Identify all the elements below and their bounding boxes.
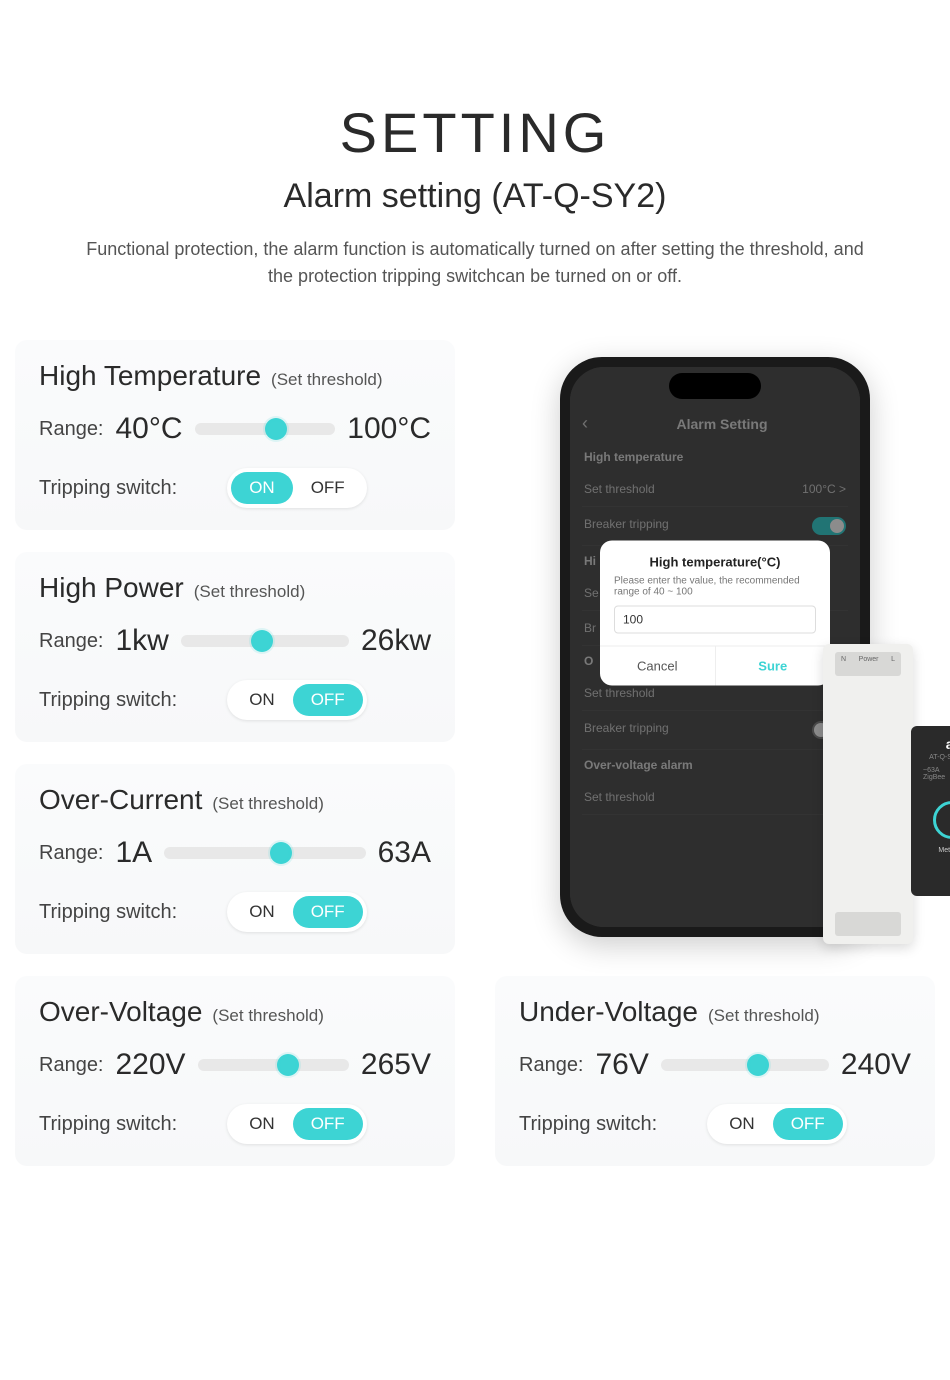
range-max: 26kw	[361, 624, 431, 658]
range-label: Range:	[519, 1054, 584, 1077]
threshold-slider[interactable]	[164, 847, 365, 859]
range-max: 100°C	[347, 412, 431, 446]
set-threshold-hint: (Set threshold)	[708, 1006, 820, 1026]
range-min: 220V	[116, 1048, 186, 1082]
page-title: SETTING	[15, 100, 935, 165]
card-over-current: Over-Current (Set threshold) Range: 1A 6…	[15, 764, 455, 954]
card-high-power: High Power (Set threshold) Range: 1kw 26…	[15, 552, 455, 742]
set-threshold-hint: (Set threshold)	[271, 370, 383, 390]
tripping-toggle[interactable]: ON OFF	[227, 1104, 367, 1144]
device-metering-label: Metering	[919, 847, 950, 854]
dialog-high-temperature: High temperature(°C) Please enter the va…	[600, 541, 830, 686]
range-label: Range:	[39, 842, 104, 865]
card-high-temperature: High Temperature (Set threshold) Range: …	[15, 340, 455, 530]
device-model: AT-Q-SY2-JZT	[919, 754, 950, 761]
card-title: High Temperature	[39, 360, 261, 392]
toggle-on[interactable]: ON	[231, 896, 293, 928]
range-label: Range:	[39, 1054, 104, 1077]
card-under-voltage: Under-Voltage (Set threshold) Range: 76V…	[495, 976, 935, 1166]
card-title: Over-Voltage	[39, 996, 202, 1028]
range-min: 1kw	[116, 624, 169, 658]
toggle-on[interactable]: ON	[231, 472, 293, 504]
phone-notch	[669, 373, 761, 399]
set-threshold-hint: (Set threshold)	[212, 794, 324, 814]
sure-button[interactable]: Sure	[716, 647, 831, 686]
slider-thumb[interactable]	[277, 1054, 299, 1076]
toggle-off[interactable]: OFF	[293, 684, 363, 716]
dialog-hint: Please enter the value, the recommended …	[600, 576, 830, 606]
dialog-title: High temperature(°C)	[600, 541, 830, 576]
device-black-face: at AT-Q-SY2-JZT ~63A ~230V ZigBee 50/60H…	[911, 726, 950, 896]
card-title: Over-Current	[39, 784, 202, 816]
tripping-toggle[interactable]: ON OFF	[227, 468, 367, 508]
card-title: Under-Voltage	[519, 996, 698, 1028]
set-threshold-hint: (Set threshold)	[194, 582, 306, 602]
threshold-slider[interactable]	[181, 635, 349, 647]
toggle-on[interactable]: ON	[711, 1108, 773, 1140]
range-min: 1A	[116, 836, 153, 870]
cancel-button[interactable]: Cancel	[600, 647, 716, 686]
threshold-slider[interactable]	[661, 1059, 829, 1071]
tripping-toggle[interactable]: ON OFF	[227, 680, 367, 720]
tripping-label: Tripping switch:	[39, 1113, 177, 1136]
toggle-off[interactable]: OFF	[293, 1108, 363, 1140]
toggle-on[interactable]: ON	[231, 684, 293, 716]
range-min: 40°C	[116, 412, 183, 446]
dialog-input[interactable]: 100	[614, 606, 816, 634]
card-title: High Power	[39, 572, 184, 604]
slider-thumb[interactable]	[747, 1054, 769, 1076]
card-over-voltage: Over-Voltage (Set threshold) Range: 220V…	[15, 976, 455, 1166]
slider-thumb[interactable]	[265, 418, 287, 440]
range-min: 76V	[596, 1048, 649, 1082]
page-subtitle: Alarm setting (AT-Q-SY2)	[15, 177, 935, 216]
phone-preview: ‹ Alarm Setting High temperature Set thr…	[495, 340, 935, 954]
range-max: 63A	[378, 836, 431, 870]
toggle-off[interactable]: OFF	[293, 472, 363, 504]
toggle-off[interactable]: OFF	[293, 896, 363, 928]
threshold-slider[interactable]	[198, 1059, 349, 1071]
slider-thumb[interactable]	[251, 630, 273, 652]
phone-screen: ‹ Alarm Setting High temperature Set thr…	[570, 367, 860, 927]
range-label: Range:	[39, 630, 104, 653]
range-max: 240V	[841, 1048, 911, 1082]
power-icon	[933, 801, 950, 839]
set-threshold-hint: (Set threshold)	[212, 1006, 324, 1026]
tripping-label: Tripping switch:	[519, 1113, 657, 1136]
tripping-label: Tripping switch:	[39, 689, 177, 712]
page-description: Functional protection, the alarm functio…	[85, 236, 865, 290]
toggle-on[interactable]: ON	[231, 1108, 293, 1140]
tripping-toggle[interactable]: ON OFF	[227, 892, 367, 932]
tripping-label: Tripping switch:	[39, 477, 177, 500]
slider-thumb[interactable]	[270, 842, 292, 864]
threshold-slider[interactable]	[195, 423, 336, 435]
device-logo: at	[919, 736, 950, 752]
device-mockup: N Power L N Load L at AT-Q-SY2-JZT ~63A …	[823, 644, 950, 944]
range-max: 265V	[361, 1048, 431, 1082]
range-label: Range:	[39, 418, 104, 441]
tripping-toggle[interactable]: ON OFF	[707, 1104, 847, 1144]
tripping-label: Tripping switch:	[39, 901, 177, 924]
device-white-body: N Power L N Load L	[823, 644, 913, 944]
toggle-off[interactable]: OFF	[773, 1108, 843, 1140]
